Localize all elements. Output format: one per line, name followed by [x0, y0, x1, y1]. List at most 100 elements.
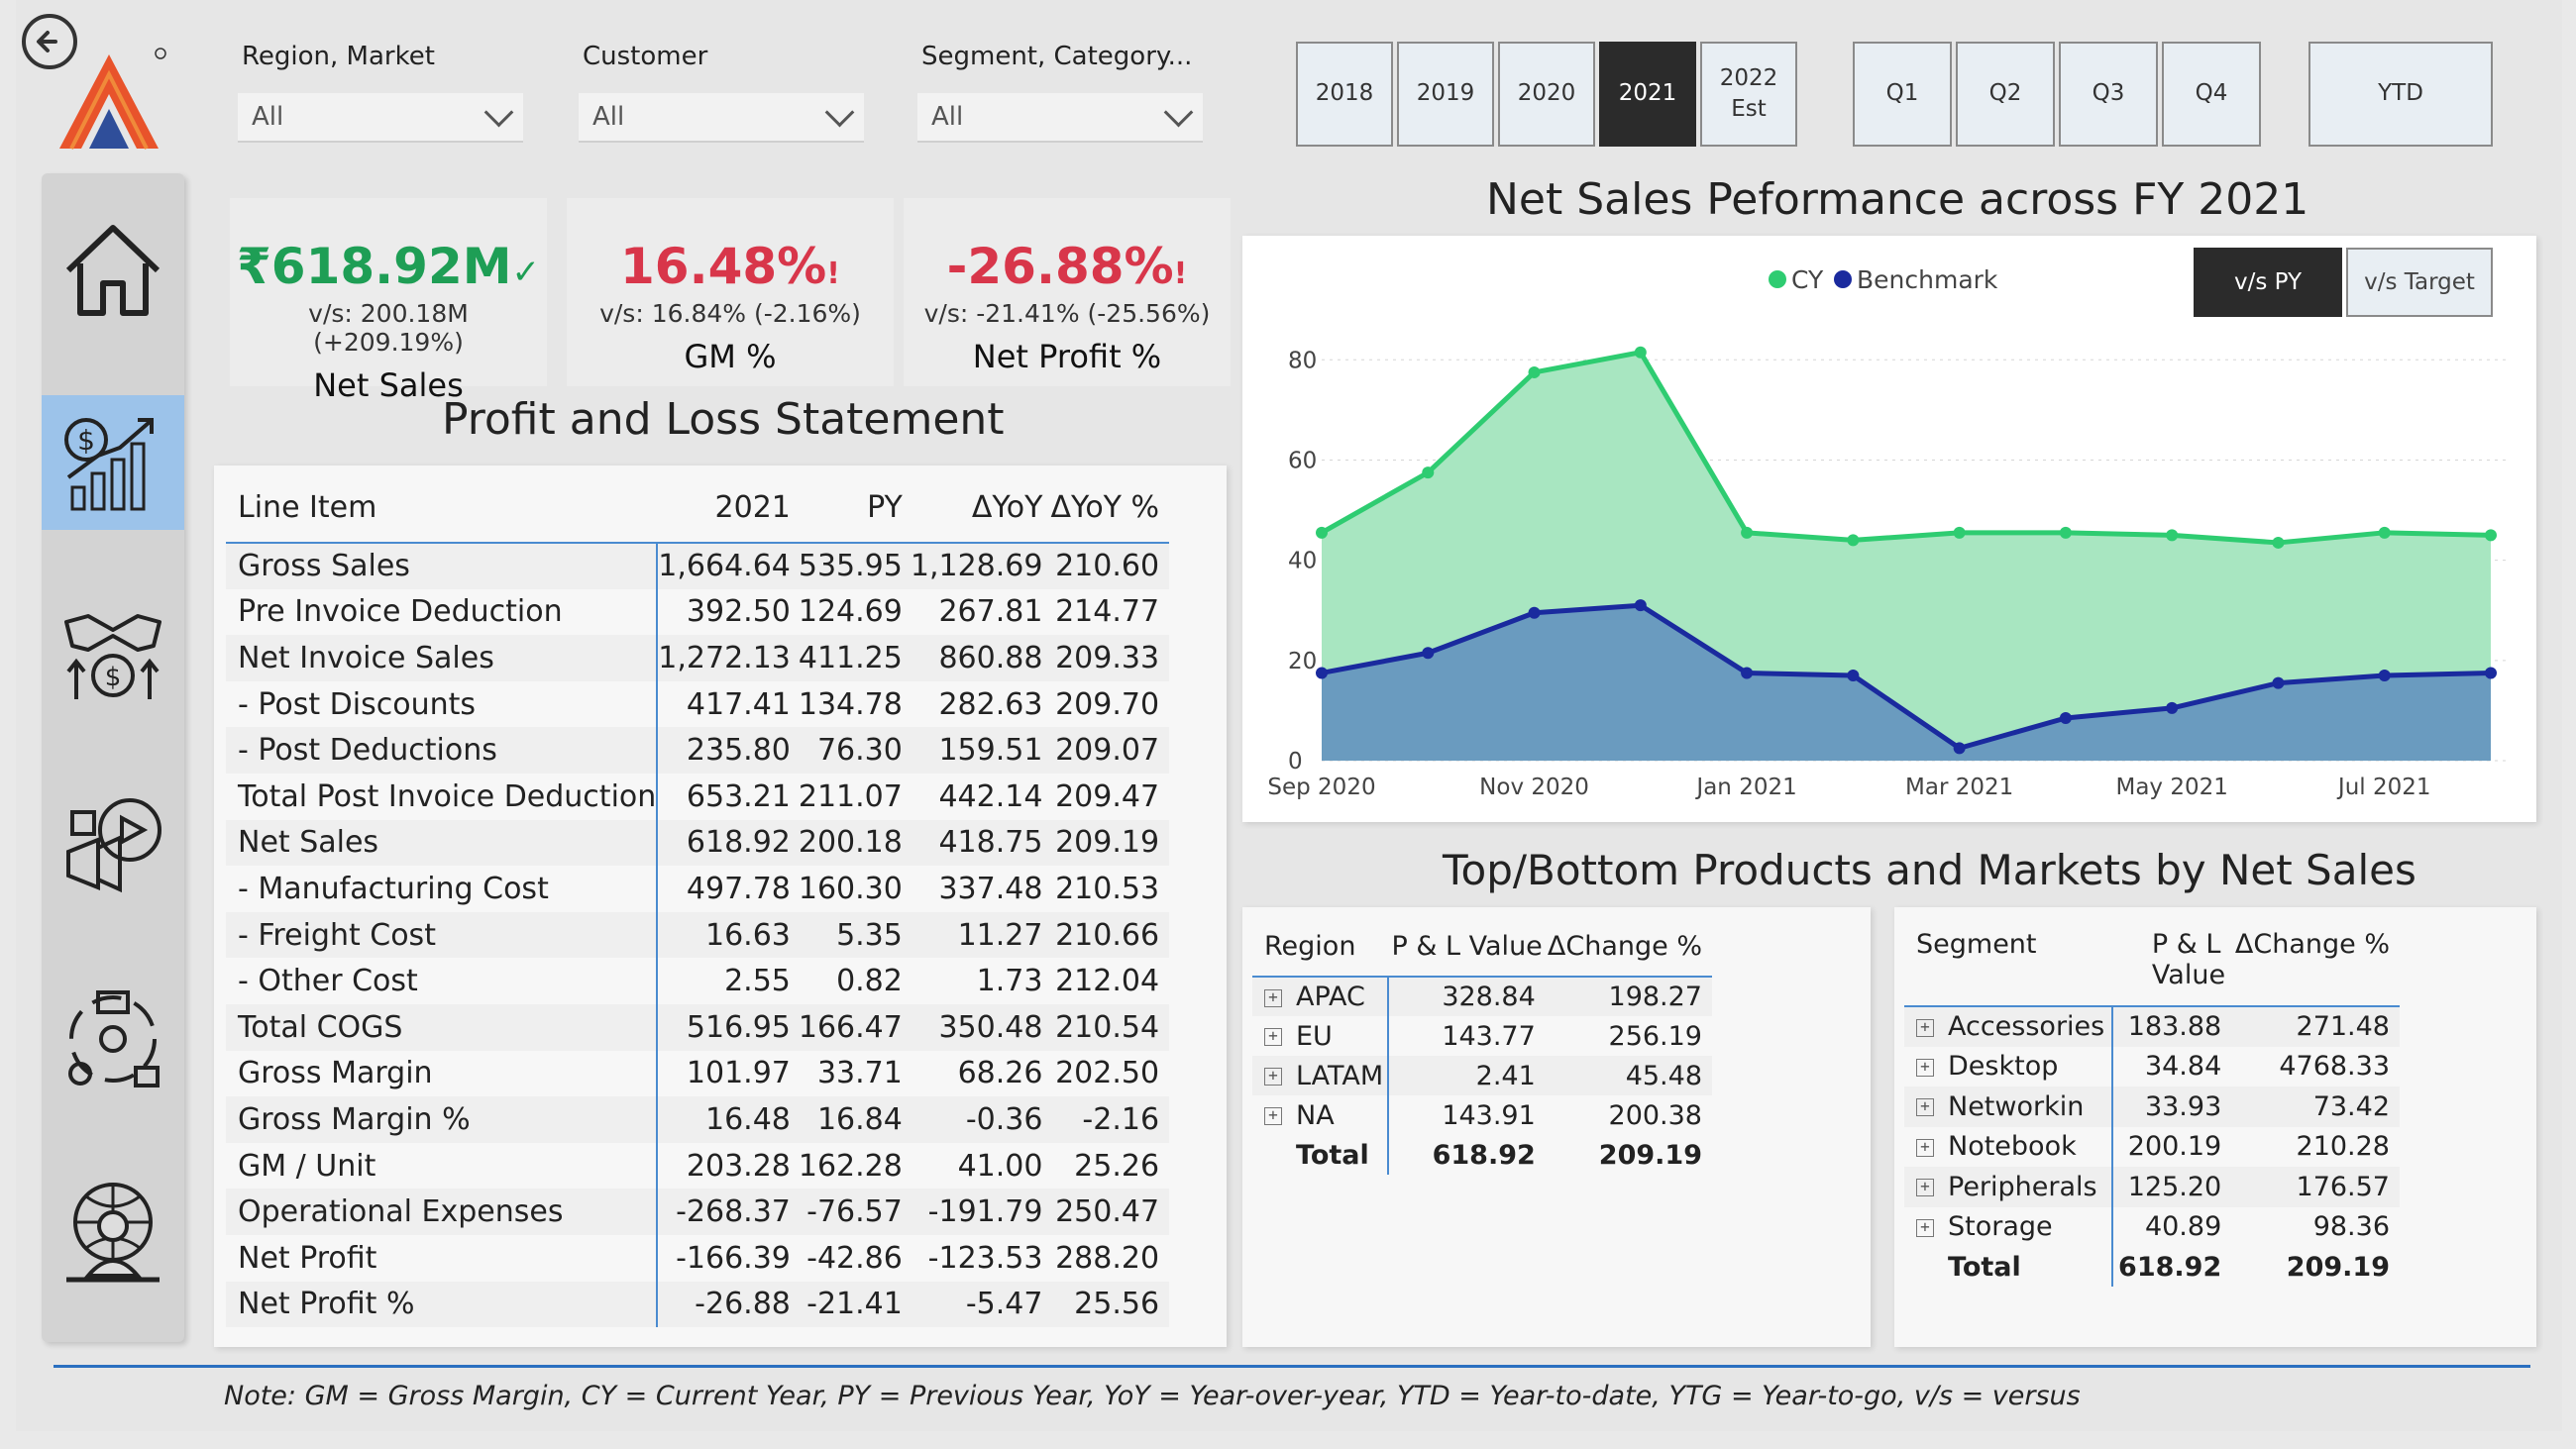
pl-cell: 210.66 — [1055, 917, 1160, 953]
segment-cell: 4768.33 — [2279, 1051, 2390, 1083]
segment-dropdown[interactable]: All — [917, 93, 1203, 143]
pl-label: - Post Deductions — [238, 733, 497, 769]
expand-icon[interactable]: + — [1264, 988, 1282, 1007]
nav-marketing[interactable] — [42, 779, 184, 914]
region-row[interactable]: + LATAM 2.41 45.48 — [1252, 1056, 1712, 1095]
pl-row[interactable]: Total COGS 516.95 166.47 350.48 210.54 — [226, 1003, 1170, 1051]
ytd-slicer[interactable]: YTD — [2308, 42, 2493, 147]
pl-cell: -2.16 — [1082, 1101, 1160, 1137]
region-dropdown[interactable]: All — [238, 93, 523, 143]
pl-row[interactable]: - Freight Cost 16.63 5.35 11.27 210.66 — [226, 911, 1170, 959]
expand-icon[interactable]: + — [1916, 1138, 1934, 1157]
year-slicer-2018[interactable]: 2018 — [1296, 42, 1393, 147]
region-row[interactable]: + EU 143.77 256.19 — [1252, 1016, 1712, 1056]
marketing-icon — [66, 798, 161, 893]
expand-icon[interactable]: + — [1916, 1018, 1934, 1037]
kpi-card-gm-percent: 16.48%! v/s: 16.84% (-2.16%) GM % — [567, 198, 894, 386]
segment-col-segment[interactable]: Segment — [1904, 917, 2112, 1006]
pl-col-line-item[interactable]: Line Item — [226, 473, 657, 543]
pl-row[interactable]: Gross Margin 101.97 33.71 68.26 202.50 — [226, 1050, 1169, 1097]
legend-marker-benchmark — [1834, 270, 1852, 288]
expand-icon[interactable]: + — [1264, 1068, 1282, 1086]
handshake-money-icon: $ — [64, 614, 161, 699]
segment-col-pl-value[interactable]: P & L Value — [2112, 917, 2229, 1006]
data-point-cy — [1422, 466, 1435, 479]
pl-row[interactable]: - Other Cost 2.55 0.82 1.73 212.04 — [226, 958, 1169, 1004]
nav-sales[interactable]: $ — [42, 587, 184, 722]
segment-dropdown-value: All — [931, 102, 964, 132]
pl-table: Line Item 2021 PY ΔYoY ΔYoY % Gross Sale… — [226, 473, 1170, 1328]
segment-row[interactable]: + Accessories 183.88 271.48 — [1904, 1006, 2400, 1047]
segment-row[interactable]: + Notebook 200.19 210.28 — [1904, 1126, 2400, 1167]
pl-row[interactable]: Net Sales 618.92 200.18 418.75 209.19 — [226, 819, 1170, 867]
pl-cell: 159.51 — [938, 733, 1043, 769]
pl-row[interactable]: Net Profit -166.39 -42.86 -123.53 288.20 — [226, 1234, 1169, 1282]
region-row[interactable]: + NA 143.91 200.38 — [1252, 1095, 1712, 1135]
pl-col-py[interactable]: PY — [799, 473, 911, 543]
pl-cell: 210.54 — [1055, 1009, 1160, 1045]
pl-row[interactable]: - Post Deductions 235.80 76.30 159.51 209.07 — [226, 727, 1170, 774]
pl-label: Net Sales — [238, 825, 379, 861]
segment-row[interactable]: + Desktop 34.84 4768.33 — [1904, 1046, 2400, 1087]
pl-row[interactable]: - Manufacturing Cost 497.78 160.30 337.48 21… — [226, 866, 1169, 912]
pl-cell: 41.00 — [957, 1148, 1043, 1184]
year-slicer-2021[interactable]: 2021 — [1599, 42, 1696, 147]
expand-icon[interactable]: + — [1916, 1218, 1934, 1237]
year-slicer-2019[interactable]: 2019 — [1397, 42, 1494, 147]
region-row[interactable]: + APAC 328.84 198.27 — [1252, 977, 1712, 1016]
pl-col-dyoy[interactable]: ΔYoY — [911, 473, 1051, 543]
year-slicer-2020[interactable]: 2020 — [1498, 42, 1595, 147]
data-point-cy — [1741, 526, 1754, 539]
segment-col-change[interactable]: ΔChange % — [2229, 917, 2400, 1006]
y-tick-label: 80 — [1288, 348, 1317, 373]
expand-icon[interactable]: + — [1916, 1058, 1934, 1077]
pl-row[interactable]: Operational Expenses -268.37 -76.57 -191.79… — [226, 1189, 1170, 1235]
nav-supply-chain[interactable] — [42, 972, 184, 1106]
segment-total-cell: Total — [1904, 1247, 2113, 1287]
expand-icon[interactable]: + — [1264, 1028, 1282, 1046]
pl-cell: 350.48 — [938, 1009, 1043, 1045]
segment-row[interactable]: + Peripherals 125.20 176.57 — [1904, 1167, 2400, 1207]
nav-executive[interactable] — [42, 1164, 184, 1298]
legend-label-benchmark: Benchmark — [1857, 265, 1998, 294]
region-cell: 45.48 — [1625, 1060, 1702, 1091]
expand-icon[interactable]: + — [1916, 1098, 1934, 1117]
region-col-change[interactable]: ΔChange % — [1544, 917, 1712, 977]
region-col-pl-value[interactable]: P & L Value — [1388, 917, 1544, 977]
pl-col-dyoy-pct[interactable]: ΔYoY % — [1050, 473, 1169, 543]
pl-row[interactable]: Gross Sales 1,664.64 535.95 1,128.69 210.60 — [226, 543, 1170, 589]
pl-cell: 1,128.69 — [910, 549, 1043, 584]
customer-dropdown[interactable]: All — [579, 93, 864, 143]
quarter-slicer-q3[interactable]: Q3 — [2059, 42, 2158, 147]
pl-row[interactable]: Total Post Invoice Deduction 653.21 211.07… — [226, 773, 1169, 820]
segment-row[interactable]: + Networkin 33.93 73.42 — [1904, 1087, 2400, 1127]
segment-label: Peripherals — [1948, 1171, 2097, 1202]
pl-row[interactable]: Pre Invoice Deduction 392.50 124.69 267.81 2… — [226, 588, 1169, 636]
nav-finance[interactable]: $ — [42, 395, 184, 530]
pl-row[interactable]: Net Invoice Sales 1,272.13 411.25 860.88 209… — [226, 635, 1170, 681]
pl-row[interactable]: GM / Unit 203.28 162.28 41.00 25.26 — [226, 1142, 1169, 1190]
pl-row[interactable]: Net Profit % -26.88 -21.41 -5.47 25.56 — [226, 1281, 1170, 1328]
expand-icon[interactable]: + — [1264, 1107, 1282, 1125]
x-tick-label: May 2021 — [2115, 775, 2227, 800]
nav-home[interactable] — [42, 203, 184, 338]
pl-row[interactable]: - Post Discounts 417.41 134.78 282.63 209.70 — [226, 680, 1169, 728]
segment-row[interactable]: + Storage 40.89 98.36 — [1904, 1206, 2400, 1247]
pl-cell: 1.73 — [976, 964, 1043, 999]
region-cell: 198.27 — [1608, 982, 1702, 1012]
region-col-region[interactable]: Region — [1252, 917, 1388, 977]
expand-icon[interactable]: + — [1916, 1179, 1934, 1197]
region-table: Region P & L Value ΔChange % + APAC 328.84… — [1252, 917, 1712, 1175]
year-slicer-2022-est[interactable]: 2022 Est — [1700, 42, 1797, 147]
kpi-value: ₹618.92M✓ — [237, 238, 540, 295]
pl-row[interactable]: Gross Margin % 16.48 16.84 -0.36 -2.16 — [226, 1096, 1170, 1143]
quarter-slicer-q2[interactable]: Q2 — [1956, 42, 2055, 147]
quarter-slicer-q4[interactable]: Q4 — [2162, 42, 2261, 147]
region-label: LATAM — [1296, 1060, 1384, 1091]
segment-cell: 176.57 — [2296, 1171, 2390, 1202]
pl-label: Operational Expenses — [238, 1194, 564, 1230]
pl-cell: 134.78 — [798, 686, 903, 722]
pl-label: - Post Discounts — [238, 686, 476, 722]
quarter-slicer-q1[interactable]: Q1 — [1853, 42, 1952, 147]
pl-col-2021[interactable]: 2021 — [657, 473, 799, 543]
